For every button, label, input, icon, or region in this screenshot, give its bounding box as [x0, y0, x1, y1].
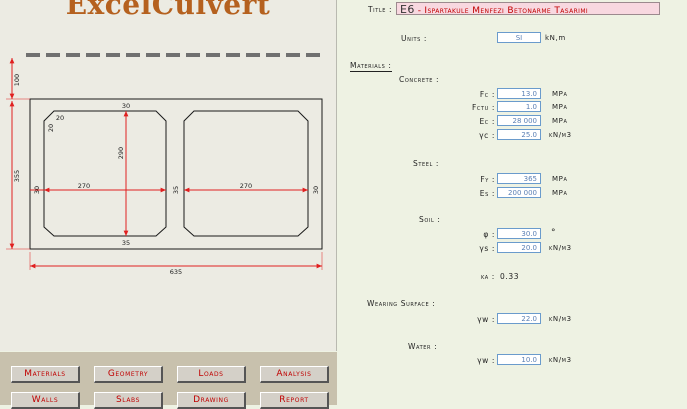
es-label: Es :	[479, 189, 495, 198]
drawing-button[interactable]: Drawing	[177, 392, 246, 409]
title-code: E6	[400, 3, 415, 15]
phi-field[interactable]: 30.0	[497, 228, 541, 239]
culvert-outer-outline	[29, 98, 323, 250]
fctu-label: Fctu :	[471, 103, 495, 112]
drawing-panel: ExcelCulvert 100 355 635 30 35 30 35 30 …	[0, 0, 337, 351]
materials-button[interactable]: Materials	[11, 366, 80, 383]
loads-button[interactable]: Loads	[177, 366, 246, 383]
dim-label-cell-width-1: 270	[78, 182, 90, 190]
ka-label: ka :	[481, 272, 495, 281]
fctu-field[interactable]: 1.0	[497, 101, 541, 112]
yc-field[interactable]: 25.0	[497, 129, 541, 140]
dim-label-cell-width-2: 270	[240, 182, 252, 190]
walls-button[interactable]: Walls	[11, 392, 80, 409]
water-yw-field[interactable]: 10.0	[497, 354, 541, 365]
fy-field[interactable]: 365	[497, 173, 541, 184]
concrete-label: Concrete :	[399, 75, 440, 84]
yc-unit: kN/m3	[549, 131, 572, 139]
dim-label-mid-wall: 35	[172, 186, 180, 194]
ec-label: Ec :	[479, 117, 495, 126]
es-unit: MPa	[552, 189, 568, 197]
culvert-cell-left	[43, 110, 167, 237]
dim-label-bottom-slab: 35	[122, 239, 130, 247]
soil-label: Soil :	[419, 215, 441, 224]
units-field[interactable]: SI	[497, 32, 541, 43]
fc-unit: MPa	[552, 90, 568, 98]
ec-field[interactable]: 28 000	[497, 115, 541, 126]
title-separator: -	[417, 6, 422, 15]
units-unit: kN,m	[545, 34, 566, 42]
materials-header: Materials :	[350, 61, 392, 72]
yw-label: γw :	[477, 315, 495, 324]
title-label: Title :	[368, 5, 393, 14]
slabs-button[interactable]: Slabs	[94, 392, 163, 409]
dim-label-top-slab: 30	[122, 102, 130, 110]
fc-field[interactable]: 13.0	[497, 88, 541, 99]
water-label: Water :	[408, 342, 438, 351]
nav-button-bar: Materials Geometry Loads Analysis Walls …	[0, 352, 337, 409]
water-yw-label: γw :	[477, 356, 495, 365]
dim-label-right-wall: 30	[312, 186, 320, 194]
dim-label-haunch-h: 20	[56, 114, 64, 122]
fc-label: Fc :	[479, 90, 495, 99]
water-yw-unit: kN/m3	[549, 356, 572, 364]
wearing-surface-label: Wearing Surface :	[367, 299, 436, 308]
ys-field[interactable]: 20.0	[497, 242, 541, 253]
report-button[interactable]: Report	[260, 392, 329, 409]
fy-unit: MPa	[552, 175, 568, 183]
dim-label-total-width: 635	[170, 268, 182, 276]
fy-label: Fy :	[480, 175, 495, 184]
fctu-unit: MPa	[552, 103, 568, 111]
geometry-button[interactable]: Geometry	[94, 366, 163, 383]
units-label: Units :	[401, 34, 428, 43]
ec-unit: MPa	[552, 117, 568, 125]
dim-label-haunch-v: 20	[47, 124, 55, 132]
culvert-section-drawing: 100 355 635 30 35 30 35 30 290 270 270 2…	[6, 53, 324, 276]
dim-label-left-wall: 30	[33, 186, 41, 194]
input-form-panel: Title : E6- Ispartakule Menfezi Betonarme…	[337, 0, 687, 405]
steel-label: Steel :	[413, 159, 440, 168]
dim-label-height: 355	[13, 170, 21, 182]
title-field[interactable]: E6- Ispartakule Menfezi Betonarme Tasarim…	[396, 2, 660, 15]
es-field[interactable]: 200 000	[497, 187, 541, 198]
culvert-cell-right	[183, 110, 309, 237]
yw-field[interactable]: 22.0	[497, 313, 541, 324]
dim-label-top-clearance: 100	[13, 74, 21, 86]
phi-label: φ :	[483, 230, 495, 239]
ys-label: γs :	[479, 244, 495, 253]
yc-label: γc :	[479, 131, 495, 140]
title-text: Ispartakule Menfezi Betonarme Tasarimi	[424, 6, 589, 15]
ys-unit: kN/m3	[549, 244, 572, 252]
dim-label-inner-height: 290	[117, 147, 125, 159]
analysis-button[interactable]: Analysis	[260, 366, 329, 383]
ka-value: 0.33	[500, 272, 520, 281]
yw-unit: kN/m3	[549, 315, 572, 323]
phi-unit: °	[551, 228, 557, 238]
